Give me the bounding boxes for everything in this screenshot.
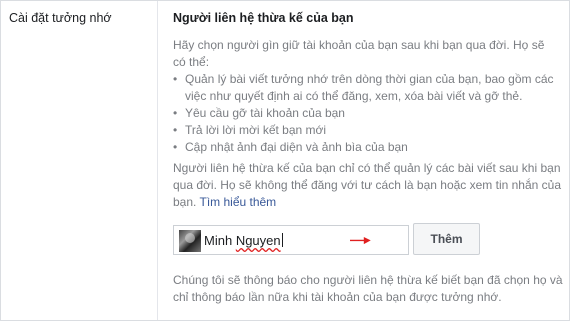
add-button[interactable]: Thêm <box>413 223 480 255</box>
legacy-contact-heading: Người liên hệ thừa kế của bạn <box>173 11 354 25</box>
contact-name-value: Minh Nguyen <box>204 233 283 248</box>
abilities-list: Quản lý bài viết tưởng nhớ trên dòng thờ… <box>173 71 563 156</box>
settings-label-column: Cài đặt tưởng nhớ <box>1 1 158 320</box>
notice-text: Chúng tôi sẽ thông báo cho người liên hệ… <box>173 273 563 304</box>
learn-more-link[interactable]: Tìm hiểu thêm <box>199 195 276 209</box>
text-caret <box>281 233 283 247</box>
list-item: Trả lời lời mời kết bạn mới <box>173 122 563 139</box>
section-title: Cài đặt tưởng nhớ <box>9 11 112 25</box>
contact-first-name: Minh <box>204 233 233 248</box>
list-item: Cập nhật ảnh đại diện và ảnh bìa của bạn <box>173 139 563 156</box>
list-item: Yêu cầu gỡ tài khoản của bạn <box>173 105 563 122</box>
list-item: Quản lý bài viết tưởng nhớ trên dòng thờ… <box>173 71 563 105</box>
avatar <box>179 230 201 252</box>
intro-text: Hãy chọn người gìn giữ tài khoản của bạn… <box>173 38 545 69</box>
limitation-text: Người liên hệ thừa kế của bạn chỉ có thể… <box>173 160 563 211</box>
red-arrow-icon <box>350 236 371 245</box>
contact-last-name: Nguyen <box>235 233 281 248</box>
memorial-settings-panel: Cài đặt tưởng nhớ Người liên hệ thừa kế … <box>0 0 570 321</box>
